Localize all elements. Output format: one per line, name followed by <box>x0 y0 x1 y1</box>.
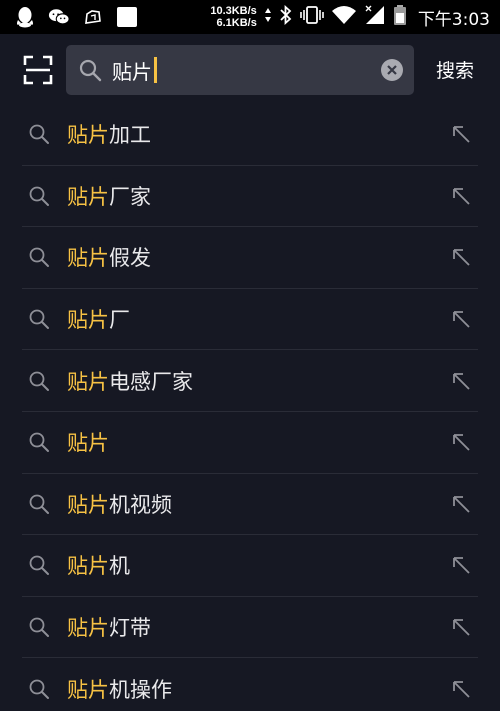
fill-query-arrow-icon[interactable] <box>450 370 472 392</box>
close-icon <box>387 65 397 75</box>
fill-query-arrow-icon[interactable] <box>450 678 472 700</box>
suggestion-text: 贴片机视频 <box>67 489 172 519</box>
suggestion-rest: 电感厂家 <box>109 369 193 394</box>
suggestion-rest: 机 <box>109 554 130 579</box>
scan-icon <box>23 55 53 85</box>
suggestion-item[interactable]: 贴片 <box>22 412 478 474</box>
suggestion-highlight: 贴片 <box>67 616 109 641</box>
suggestion-highlight: 贴片 <box>67 554 109 579</box>
search-header: 贴片 搜索 <box>0 34 500 104</box>
search-icon <box>28 370 50 392</box>
suggestion-highlight: 贴片 <box>67 246 109 271</box>
suggestion-text: 贴片机操作 <box>67 674 172 704</box>
suggestion-text: 贴片假发 <box>67 242 151 272</box>
suggestion-item[interactable]: 贴片加工 <box>22 104 478 166</box>
fill-query-arrow-icon[interactable] <box>450 185 472 207</box>
suggestion-item[interactable]: 贴片灯带 <box>22 597 478 659</box>
search-icon <box>28 431 50 453</box>
fill-query-arrow-icon[interactable] <box>450 554 472 576</box>
suggestion-item[interactable]: 贴片机视频 <box>22 474 478 536</box>
suggestion-highlight: 贴片 <box>67 123 109 148</box>
qq-icon <box>14 6 36 28</box>
net-arrows-icon <box>264 7 272 27</box>
suggestion-item[interactable]: 贴片电感厂家 <box>22 350 478 412</box>
notification-icons <box>14 6 138 28</box>
search-icon <box>28 493 50 515</box>
suggestion-text: 贴片厂 <box>67 304 130 334</box>
suggestion-text: 贴片机 <box>67 550 130 580</box>
search-input[interactable]: 贴片 <box>112 55 372 85</box>
search-icon <box>28 246 50 268</box>
suggestion-rest: 灯带 <box>109 616 151 641</box>
suggestion-rest: 假发 <box>109 246 151 271</box>
suggestion-item[interactable]: 贴片假发 <box>22 227 478 289</box>
suggestion-highlight: 贴片 <box>67 431 109 456</box>
search-icon <box>79 59 102 82</box>
suggestion-highlight: 贴片 <box>67 677 109 702</box>
app-icon <box>82 6 104 28</box>
fill-query-arrow-icon[interactable] <box>450 246 472 268</box>
suggestion-text: 贴片电感厂家 <box>67 366 193 396</box>
suggestion-rest: 机视频 <box>109 492 172 517</box>
system-status: 10.3KB/s 6.1KB/s 下午3:03 <box>210 4 490 30</box>
fill-query-arrow-icon[interactable] <box>450 431 472 453</box>
suggestion-item[interactable]: 贴片厂家 <box>22 166 478 228</box>
scan-button[interactable] <box>22 54 54 86</box>
fill-query-arrow-icon[interactable] <box>450 616 472 638</box>
fill-query-arrow-icon[interactable] <box>450 493 472 515</box>
search-button[interactable]: 搜索 <box>436 56 474 83</box>
search-icon <box>28 554 50 576</box>
search-box[interactable]: 贴片 <box>66 45 414 95</box>
suggestion-highlight: 贴片 <box>67 308 109 333</box>
search-icon <box>28 616 50 638</box>
suggestion-highlight: 贴片 <box>67 369 109 394</box>
suggestion-list: 贴片加工 贴片厂家 贴片假发 贴片厂 贴片电感厂家 贴片 贴片机视频 贴片机 贴片灯带 贴片机操作 <box>0 104 500 711</box>
fill-query-arrow-icon[interactable] <box>450 308 472 330</box>
search-icon <box>28 678 50 700</box>
suggestion-rest: 厂 <box>109 308 130 333</box>
blank-square-icon <box>116 6 138 28</box>
search-icon <box>28 308 50 330</box>
suggestion-item[interactable]: 贴片厂 <box>22 289 478 351</box>
suggestion-rest: 厂家 <box>109 184 151 209</box>
net-up-speed: 10.3KB/s <box>210 5 257 17</box>
suggestion-text: 贴片厂家 <box>67 181 151 211</box>
suggestion-text: 贴片灯带 <box>67 612 151 642</box>
search-icon <box>28 123 50 145</box>
status-bar: 10.3KB/s 6.1KB/s 下午3:03 <box>0 0 500 34</box>
suggestion-text: 贴片 <box>67 427 109 457</box>
bluetooth-icon <box>279 4 293 29</box>
suggestion-item[interactable]: 贴片机 <box>22 535 478 597</box>
suggestion-highlight: 贴片 <box>67 184 109 209</box>
clear-search-button[interactable] <box>381 59 403 81</box>
wechat-icon <box>48 6 70 28</box>
net-down-speed: 6.1KB/s <box>216 17 257 29</box>
suggestion-text: 贴片加工 <box>67 119 151 149</box>
suggestion-item[interactable]: 贴片机操作 <box>22 658 478 711</box>
suggestion-rest: 机操作 <box>109 677 172 702</box>
signal-icon <box>364 4 386 30</box>
suggestion-rest: 加工 <box>109 123 151 148</box>
network-speed: 10.3KB/s 6.1KB/s <box>210 5 256 29</box>
vibrate-icon <box>300 5 324 29</box>
clock: 下午3:03 <box>417 9 490 30</box>
search-icon <box>28 185 50 207</box>
search-query-text: 贴片 <box>112 59 152 84</box>
fill-query-arrow-icon[interactable] <box>450 123 472 145</box>
suggestion-highlight: 贴片 <box>67 492 109 517</box>
wifi-icon <box>331 5 357 29</box>
battery-icon <box>393 4 407 30</box>
text-caret <box>154 57 157 83</box>
